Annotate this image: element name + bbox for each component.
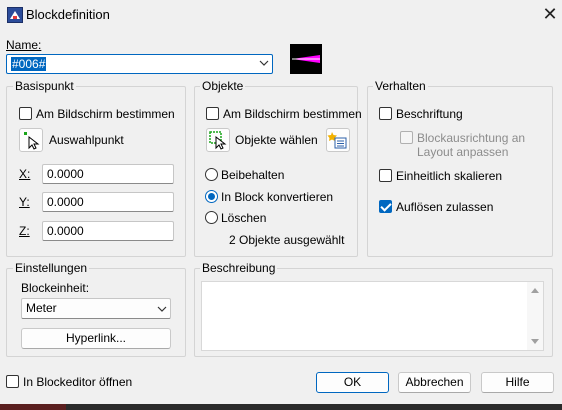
settings-title: Einstellungen <box>13 261 90 275</box>
quick-select-button[interactable] <box>326 128 350 152</box>
block-unit-select[interactable]: Meter <box>21 298 171 319</box>
x-label: X: <box>19 167 31 181</box>
select-objects-label: Objekte wählen <box>235 133 318 147</box>
cancel-button[interactable]: Abbrechen <box>398 372 471 393</box>
retain-label: Beibehalten <box>221 168 285 182</box>
y-field[interactable]: 0.0000 <box>42 192 174 212</box>
convert-radio[interactable] <box>205 190 218 203</box>
block-unit-label: Blockeinheit: <box>21 281 90 295</box>
annotative-label: Beschriftung <box>396 107 463 121</box>
match-orientation-label-2: Layout anpassen <box>417 145 509 159</box>
match-orientation-label-1: Blockausrichtung an <box>417 131 526 145</box>
taskbar-strip-accent <box>0 404 66 410</box>
z-field[interactable]: 0.0000 <box>42 221 174 241</box>
pick-point-label: Auswahlpunkt <box>49 133 124 147</box>
basepoint-on-screen-label: Am Bildschirm bestimmen <box>36 107 175 121</box>
taskbar-strip <box>0 404 562 410</box>
description-title: Beschreibung <box>200 261 278 275</box>
ok-button[interactable]: OK <box>316 372 389 393</box>
pick-point-button[interactable] <box>19 128 43 152</box>
z-label: Z: <box>19 224 30 238</box>
basepoint-title: Basispunkt <box>13 79 76 93</box>
open-in-editor-checkbox[interactable] <box>6 375 19 388</box>
delete-radio[interactable] <box>205 211 218 224</box>
block-preview <box>290 44 322 74</box>
select-objects-button[interactable] <box>206 128 230 152</box>
quick-select-icon <box>327 132 347 149</box>
chevron-down-icon[interactable] <box>258 57 270 69</box>
open-in-editor-label: In Blockeditor öffnen <box>23 375 133 389</box>
retain-radio[interactable] <box>205 168 218 181</box>
selection-status: 2 Objekte ausgewählt <box>229 233 345 247</box>
window-title: Blockdefinition <box>26 7 110 22</box>
close-icon[interactable]: ✕ <box>541 4 559 24</box>
uniform-scale-label: Einheitlich skalieren <box>396 169 503 183</box>
basepoint-on-screen-checkbox[interactable] <box>19 107 32 120</box>
name-combobox[interactable]: #006# <box>6 54 273 74</box>
objects-title: Objekte <box>200 79 246 93</box>
match-orientation-checkbox[interactable] <box>400 131 413 144</box>
hyperlink-button[interactable]: Hyperlink... <box>21 328 171 349</box>
name-label: Name: <box>6 38 42 52</box>
block-unit-value: Meter <box>26 301 57 315</box>
select-objects-icon <box>209 131 227 150</box>
description-textarea[interactable] <box>201 281 544 351</box>
app-icon <box>7 7 23 23</box>
delete-label: Löschen <box>221 211 267 225</box>
objects-on-screen-checkbox[interactable] <box>206 107 219 120</box>
annotative-checkbox[interactable] <box>379 107 392 120</box>
description-scrollbar[interactable] <box>527 282 543 350</box>
objects-on-screen-label: Am Bildschirm bestimmen <box>223 107 362 121</box>
convert-label: In Block konvertieren <box>221 190 334 204</box>
unit-chevron-down-icon[interactable] <box>156 303 168 315</box>
allow-explode-checkbox[interactable] <box>379 200 392 213</box>
y-label: Y: <box>19 195 30 209</box>
behavior-title: Verhalten <box>373 79 428 93</box>
uniform-scale-checkbox[interactable] <box>379 169 392 182</box>
allow-explode-label: Auflösen zulassen <box>396 200 494 214</box>
name-value: #006# <box>11 57 47 71</box>
x-field[interactable]: 0.0000 <box>42 164 174 184</box>
pick-point-icon <box>24 132 40 150</box>
help-button[interactable]: Hilfe <box>481 372 554 393</box>
